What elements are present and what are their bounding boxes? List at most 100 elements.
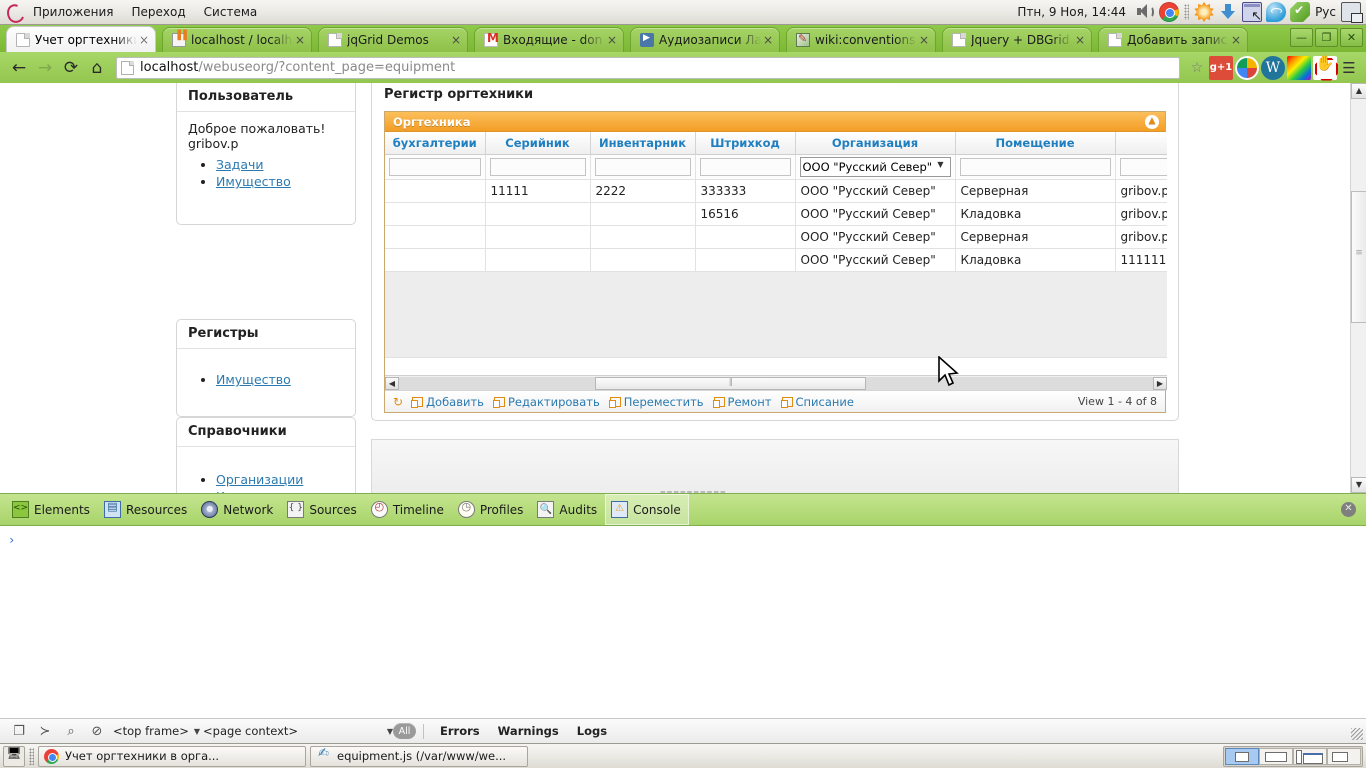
table-row[interactable]: 16516 ООО "Русский Север" Кладовка gribo… <box>385 202 1167 226</box>
devtools-tab-audits[interactable]: Audits <box>531 494 605 525</box>
scroll-track[interactable] <box>399 376 1153 390</box>
context-selector[interactable]: <page context> ▼ <box>203 724 393 738</box>
debian-logo-icon[interactable] <box>4 2 24 22</box>
download-icon[interactable] <box>1218 2 1238 22</box>
col-header-seriynik[interactable]: Серийник <box>485 132 591 155</box>
browser-tab-4[interactable]: Аудиозаписи Ла × <box>630 27 780 52</box>
filter-input-chel[interactable] <box>1119 157 1167 176</box>
chat-icon[interactable] <box>1266 2 1287 22</box>
menu-applications[interactable]: Приложения <box>24 0 123 24</box>
workspace-3[interactable] <box>1293 747 1327 765</box>
table-row[interactable]: 11111 2222 333333 ООО "Русский Север" Се… <box>385 179 1167 203</box>
scroll-up-icon[interactable]: ▲ <box>1351 83 1366 99</box>
col-header-chel[interactable]: Чел <box>1115 132 1167 155</box>
close-icon[interactable]: × <box>449 33 463 47</box>
console-toggle-icon[interactable]: ≻ <box>32 720 58 742</box>
action-writeoff[interactable]: Списание <box>780 395 854 409</box>
workspace-4[interactable] <box>1327 747 1361 765</box>
filter-warnings[interactable]: Warnings <box>498 724 559 738</box>
workspace-1[interactable] <box>1225 747 1259 765</box>
clock[interactable]: Птн, 9 Ноя, 14:44 <box>1010 5 1133 19</box>
chrome-icon[interactable] <box>1159 2 1180 22</box>
close-icon[interactable]: × <box>293 33 307 47</box>
scroll-right-icon[interactable]: ▶ <box>1153 376 1167 390</box>
collapse-icon[interactable]: ▲ <box>1145 115 1159 129</box>
browser-tab-0[interactable]: Учет оргтехники × <box>6 26 156 52</box>
col-header-organizaciya[interactable]: Организация <box>795 132 956 155</box>
dock-icon[interactable]: ❐ <box>6 720 32 742</box>
window-cursor-icon[interactable] <box>1242 2 1263 24</box>
monitors-icon[interactable] <box>1341 2 1363 23</box>
action-move[interactable]: Переместить <box>608 395 704 409</box>
filter-select-organizaciya[interactable]: ООО "Русский Север" <box>799 156 951 177</box>
workspace-switcher[interactable] <box>1223 745 1363 767</box>
bookmark-star-icon[interactable]: ☆ <box>1186 60 1208 76</box>
close-icon[interactable]: ✕ <box>1341 502 1356 517</box>
filter-input-shtrihkod[interactable] <box>699 157 791 176</box>
show-desktop-icon[interactable] <box>3 745 25 767</box>
console-prompt[interactable]: › <box>0 527 1366 553</box>
devtools-tab-timeline[interactable]: Timeline <box>365 494 452 525</box>
table-row[interactable]: ООО "Русский Север" Серверная gribov.p <box>385 225 1167 249</box>
taskbar-item-gedit[interactable]: equipment.js (/var/www/we... <box>310 745 528 767</box>
close-icon[interactable]: × <box>1229 33 1243 47</box>
gplus-icon[interactable]: g+1 <box>1209 55 1233 80</box>
close-button[interactable]: ✕ <box>1340 28 1363 47</box>
taskbar-grip[interactable] <box>29 747 34 765</box>
workspace-2[interactable] <box>1259 747 1293 765</box>
devtools-tab-sources[interactable]: Sources <box>281 494 364 525</box>
browser-tab-1[interactable]: localhost / localh × <box>162 27 312 52</box>
filter-input-seriynik[interactable] <box>489 157 586 176</box>
link-tasks[interactable]: Задачи <box>216 157 264 172</box>
devtools-tab-network[interactable]: Network <box>195 494 281 525</box>
address-bar[interactable]: localhost/webuseorg/?content_page=equipm… <box>116 56 1180 79</box>
devtools-tab-elements[interactable]: Elements <box>6 494 98 525</box>
action-edit[interactable]: Редактировать <box>492 395 600 409</box>
picasa-icon[interactable] <box>1235 55 1259 80</box>
keyboard-layout-indicator[interactable]: Рус <box>1312 5 1339 19</box>
clear-console-icon[interactable]: ⊘ <box>84 720 110 742</box>
filter-all-badge[interactable]: All <box>393 723 417 739</box>
page-vertical-scrollbar[interactable]: ▲ ▼ <box>1350 83 1366 493</box>
action-repair[interactable]: Ремонт <box>712 395 772 409</box>
browser-tab-2[interactable]: jqGrid Demos × <box>318 27 468 52</box>
link-property[interactable]: Имущество <box>216 174 291 189</box>
frame-selector[interactable]: <top frame> ▼ <box>110 724 203 738</box>
scroll-left-icon[interactable]: ◀ <box>385 376 399 390</box>
close-icon[interactable]: × <box>917 33 931 47</box>
table-row[interactable]: ООО "Русский Север" Кладовка 111111 <box>385 248 1167 272</box>
close-icon[interactable]: × <box>137 33 151 47</box>
refresh-icon[interactable]: ↻ <box>393 395 403 409</box>
maximize-button[interactable]: ❐ <box>1315 28 1338 47</box>
close-icon[interactable]: × <box>1073 33 1087 47</box>
scroll-down-icon[interactable]: ▼ <box>1351 477 1366 493</box>
close-icon[interactable]: × <box>605 33 619 47</box>
col-header-pomeshchenie[interactable]: Помещение <box>955 132 1116 155</box>
shield-check-icon[interactable] <box>1290 2 1311 22</box>
search-icon[interactable]: ⌕ <box>58 720 84 742</box>
browser-tab-5[interactable]: wiki:conventions × <box>786 27 936 52</box>
reload-button[interactable]: ⟳ <box>58 55 84 81</box>
filter-logs[interactable]: Logs <box>577 724 607 738</box>
devtools-tab-console[interactable]: Console <box>605 494 689 525</box>
filter-input-buhgalteria[interactable] <box>389 157 481 176</box>
adblock-stop-icon[interactable] <box>1313 54 1337 80</box>
back-button[interactable]: ← <box>6 55 32 81</box>
col-header-buhgalteria[interactable]: бухгалтерии <box>385 132 486 155</box>
console-output[interactable]: › <box>0 527 1366 715</box>
resize-grip[interactable] <box>1351 728 1363 740</box>
scroll-thumb[interactable] <box>595 376 867 390</box>
browser-tab-6[interactable]: Jquery + DBGrid × <box>942 27 1092 52</box>
devtools-tab-profiles[interactable]: Profiles <box>452 494 532 525</box>
browser-tab-7[interactable]: Добавить запис × <box>1098 27 1248 52</box>
filter-input-inventarnik[interactable] <box>594 157 691 176</box>
col-header-shtrihkod[interactable]: Штрихкод <box>695 132 796 155</box>
rainbow-icon[interactable] <box>1287 55 1311 80</box>
link-organizations[interactable]: Организации <box>216 472 303 487</box>
col-header-inventarnik[interactable]: Инвентарник <box>590 132 696 155</box>
browser-tab-3[interactable]: Входящие - don × <box>474 27 624 52</box>
wordpress-icon[interactable]: W <box>1261 55 1285 80</box>
taskbar-item-chrome[interactable]: Учет оргтехники в орга... <box>38 745 306 767</box>
close-icon[interactable]: × <box>761 33 775 47</box>
action-add[interactable]: Добавить <box>411 395 484 409</box>
